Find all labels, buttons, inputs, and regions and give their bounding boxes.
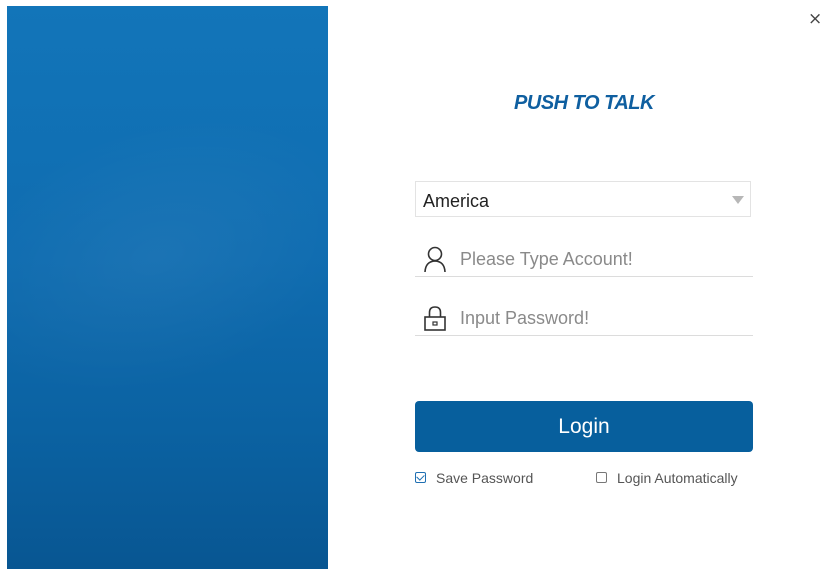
close-button[interactable]: × (808, 10, 822, 28)
save-password-label: Save Password (436, 470, 534, 486)
brand-panel (7, 6, 328, 569)
password-field (415, 302, 753, 336)
account-field (415, 243, 753, 277)
account-input[interactable] (460, 246, 745, 272)
lock-icon (423, 304, 447, 332)
login-automatically-label: Login Automatically (617, 470, 738, 486)
app-title: PUSH TO TALK (514, 92, 654, 114)
login-button[interactable]: Login (415, 401, 753, 452)
region-select[interactable]: America (415, 181, 751, 217)
chevron-down-icon (732, 196, 744, 204)
user-icon (423, 245, 447, 273)
checkbox-unchecked-icon (596, 472, 607, 483)
panel-sheen (7, 67, 328, 445)
checkbox-checked-icon (415, 472, 426, 483)
region-select-value: America (423, 191, 490, 211)
password-input[interactable] (460, 305, 745, 331)
